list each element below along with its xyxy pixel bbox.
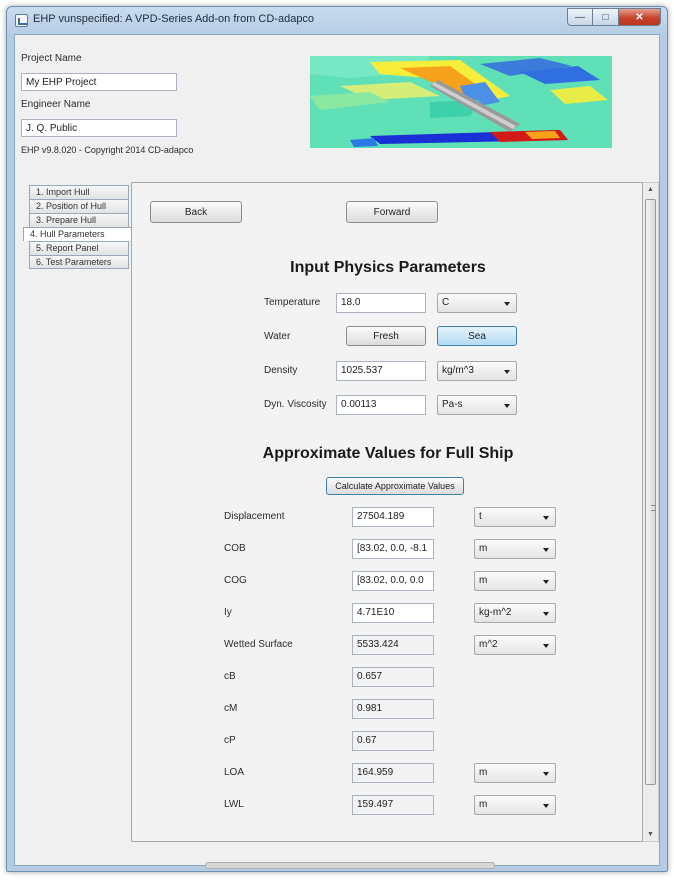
tab-test-parameters[interactable]: 6. Test Parameters [29, 255, 129, 269]
approx-row-unit-select[interactable]: m [474, 571, 556, 591]
viscosity-unit-value: Pa-s [442, 399, 463, 410]
back-button[interactable]: Back [150, 201, 242, 223]
forward-button[interactable]: Forward [346, 201, 438, 223]
approx-row-unit-value: m [479, 799, 488, 810]
approx-row-label: COB [224, 543, 246, 554]
temperature-label: Temperature [264, 297, 321, 308]
app-icon [15, 14, 28, 27]
engineer-name-field[interactable]: J. Q. Public [21, 119, 177, 137]
copyright-text: EHP v9.8.020 - Copyright 2014 CD-adapco [21, 145, 194, 155]
tab-hull-parameters[interactable]: 4. Hull Parameters [23, 227, 131, 241]
approx-row-unit-value: kg-m^2 [479, 607, 512, 618]
chevron-down-icon [543, 644, 549, 648]
close-button[interactable]: ✕ [619, 8, 661, 26]
project-name-label: Project Name [21, 53, 82, 64]
wizard-tabs: 1. Import Hull 2. Position of Hull 3. Pr… [23, 185, 131, 269]
chevron-down-icon [504, 370, 510, 374]
density-field[interactable]: 1025.537 [336, 361, 426, 381]
approx-row-unit-select[interactable]: m [474, 763, 556, 783]
approx-row-value-field[interactable]: [83.02, 0.0, 0.0 [352, 571, 434, 591]
physics-section-title: Input Physics Parameters [290, 259, 486, 276]
hull-preview-graphic [310, 56, 612, 148]
chevron-down-icon [543, 548, 549, 552]
viscosity-unit-select[interactable]: Pa-s [437, 395, 517, 415]
density-label: Density [264, 365, 298, 376]
approx-row-unit-value: m [479, 575, 488, 586]
engineer-name-label: Engineer Name [21, 99, 91, 110]
approx-row-unit-value: m [479, 767, 488, 778]
tab-prepare-hull[interactable]: 3. Prepare Hull [29, 213, 129, 227]
approx-row-value-field[interactable]: [83.02, 0.0, -8.1 [352, 539, 434, 559]
sea-water-button[interactable]: Sea [437, 326, 517, 346]
approx-row-label: LWL [224, 799, 244, 810]
temperature-unit-select[interactable]: C [437, 293, 517, 313]
tab-position-of-hull[interactable]: 2. Position of Hull [29, 199, 129, 213]
project-name-field[interactable]: My EHP Project [21, 73, 177, 91]
approx-row-value-field: 5533.424 [352, 635, 434, 655]
temperature-field[interactable]: 18.0 [336, 293, 426, 313]
chevron-down-icon [504, 302, 510, 306]
chevron-down-icon [504, 404, 510, 408]
approx-row-unit-select[interactable]: t [474, 507, 556, 527]
vertical-scrollbar[interactable]: ▲ ▼ [643, 182, 659, 842]
scroll-down-icon[interactable]: ▼ [647, 831, 654, 838]
approx-row-value-field: 0.657 [352, 667, 434, 687]
approx-row-label: cP [224, 735, 236, 746]
scrollbar-thumb[interactable] [645, 199, 656, 785]
approx-row-label: cM [224, 703, 238, 714]
approx-row-label: Iy [224, 607, 232, 618]
chevron-down-icon [543, 804, 549, 808]
approx-row-value-field[interactable]: 4.71E10 [352, 603, 434, 623]
approx-row-unit-select[interactable]: m [474, 539, 556, 559]
approx-row-value-field: 0.981 [352, 699, 434, 719]
fresh-water-button[interactable]: Fresh [346, 326, 426, 346]
chevron-down-icon [543, 516, 549, 520]
client-area: Project Name My EHP Project Engineer Nam… [14, 34, 660, 869]
app-window: EHP vunspecified: A VPD-Series Add-on fr… [6, 6, 668, 872]
approx-row-label: cB [224, 671, 236, 682]
approx-row-label: LOA [224, 767, 245, 778]
chevron-down-icon [543, 612, 549, 616]
chevron-down-icon [543, 580, 549, 584]
tab-import-hull[interactable]: 1. Import Hull [29, 185, 129, 199]
approx-row-value-field: 164.959 [352, 763, 434, 783]
chevron-down-icon [543, 772, 549, 776]
approx-section-title: Approximate Values for Full Ship [262, 445, 514, 462]
approx-row-unit-select[interactable]: kg-m^2 [474, 603, 556, 623]
density-unit-value: kg/m^3 [442, 365, 474, 376]
approx-row-unit-value: m^2 [479, 639, 498, 650]
approx-row-unit-value: t [479, 511, 482, 522]
approx-row-unit-select[interactable]: m [474, 795, 556, 815]
approx-row-label: Displacement [224, 511, 285, 522]
maximize-button[interactable]: □ [593, 8, 619, 26]
approx-row-value-field: 159.497 [352, 795, 434, 815]
scrollbar-grip [651, 505, 656, 511]
approx-row-label: COG [224, 575, 247, 586]
calculate-approximate-values-button[interactable]: Calculate Approximate Values [326, 477, 464, 495]
water-label: Water [264, 331, 291, 342]
density-unit-select[interactable]: kg/m^3 [437, 361, 517, 381]
approx-row-value-field: 0.67 [352, 731, 434, 751]
horizontal-scrollbar[interactable] [205, 862, 495, 869]
approx-row-value-field[interactable]: 27504.189 [352, 507, 434, 527]
hull-parameters-panel: Back Forward Input Physics Parameters Te… [131, 182, 643, 842]
scroll-up-icon[interactable]: ▲ [647, 186, 654, 193]
temperature-unit-value: C [442, 297, 450, 308]
window-title: EHP vunspecified: A VPD-Series Add-on fr… [33, 13, 315, 25]
approx-row-unit-value: m [479, 543, 488, 554]
tab-report-panel[interactable]: 5. Report Panel [29, 241, 129, 255]
approx-row-label: Wetted Surface [224, 639, 293, 650]
viscosity-label: Dyn. Viscosity [264, 399, 327, 410]
approx-row-unit-select[interactable]: m^2 [474, 635, 556, 655]
hull-preview-image [310, 56, 612, 148]
title-bar[interactable]: EHP vunspecified: A VPD-Series Add-on fr… [7, 7, 667, 33]
viscosity-field[interactable]: 0.00113 [336, 395, 426, 415]
minimize-button[interactable]: — [567, 8, 593, 26]
window-controls: — □ ✕ [567, 8, 661, 26]
